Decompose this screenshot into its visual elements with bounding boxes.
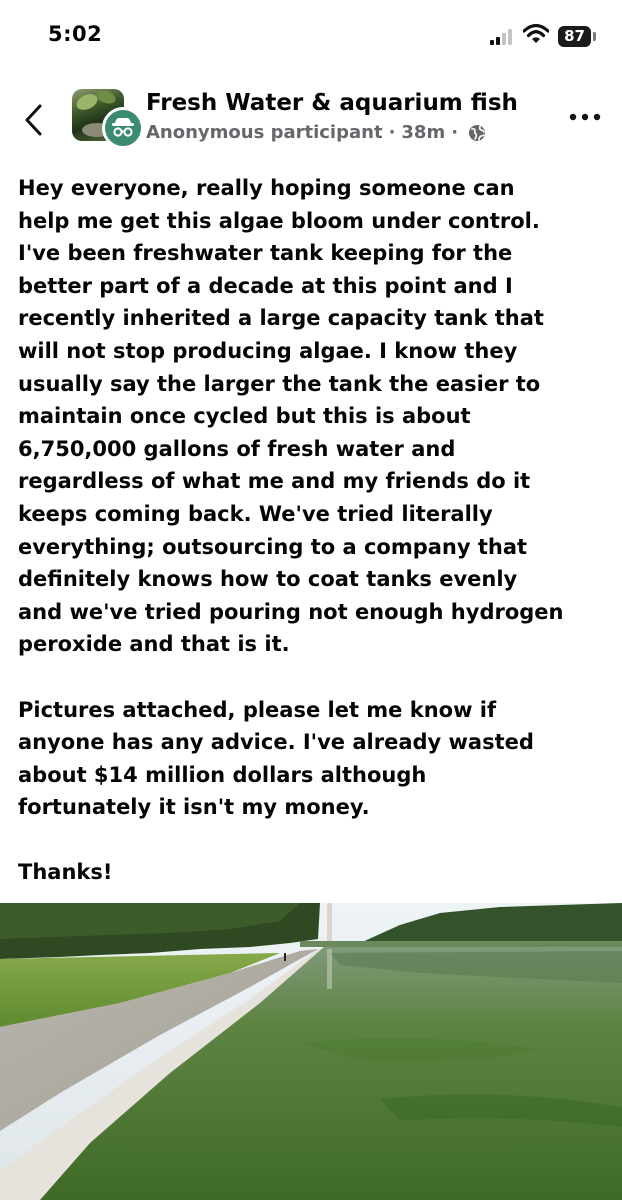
author-name[interactable]: Anonymous participant [146, 122, 383, 143]
post-paragraph: Pictures attached, please let me know if… [18, 697, 534, 820]
more-options-icon[interactable] [568, 112, 602, 122]
signal-icon [490, 29, 516, 45]
post-paragraph: Thanks! [18, 860, 113, 885]
attached-photo[interactable] [0, 903, 622, 1200]
status-time: 5:02 [48, 22, 103, 46]
wifi-icon [523, 23, 549, 43]
group-name[interactable]: Fresh Water & aquarium fish [146, 90, 518, 116]
status-bar: 5:02 87 [0, 0, 622, 72]
post-header: Fresh Water & aquarium fish Anonymous pa… [0, 80, 622, 160]
battery-icon: 87 [558, 26, 591, 47]
meta-separator: · [451, 122, 459, 143]
avatar[interactable] [72, 89, 144, 149]
post-meta: Anonymous participant · 38m · [146, 122, 486, 143]
post-body: Hey everyone, really hoping someone can … [18, 172, 614, 889]
battery-nub [593, 32, 596, 41]
post-timestamp[interactable]: 38m [401, 122, 445, 143]
post-paragraph: Hey everyone, really hoping someone can … [18, 176, 564, 657]
reflecting-pool-image [0, 903, 622, 1200]
meta-separator: · [388, 122, 396, 143]
globe-icon [469, 124, 486, 141]
incognito-icon [102, 107, 144, 149]
back-chevron-icon[interactable] [22, 102, 46, 138]
